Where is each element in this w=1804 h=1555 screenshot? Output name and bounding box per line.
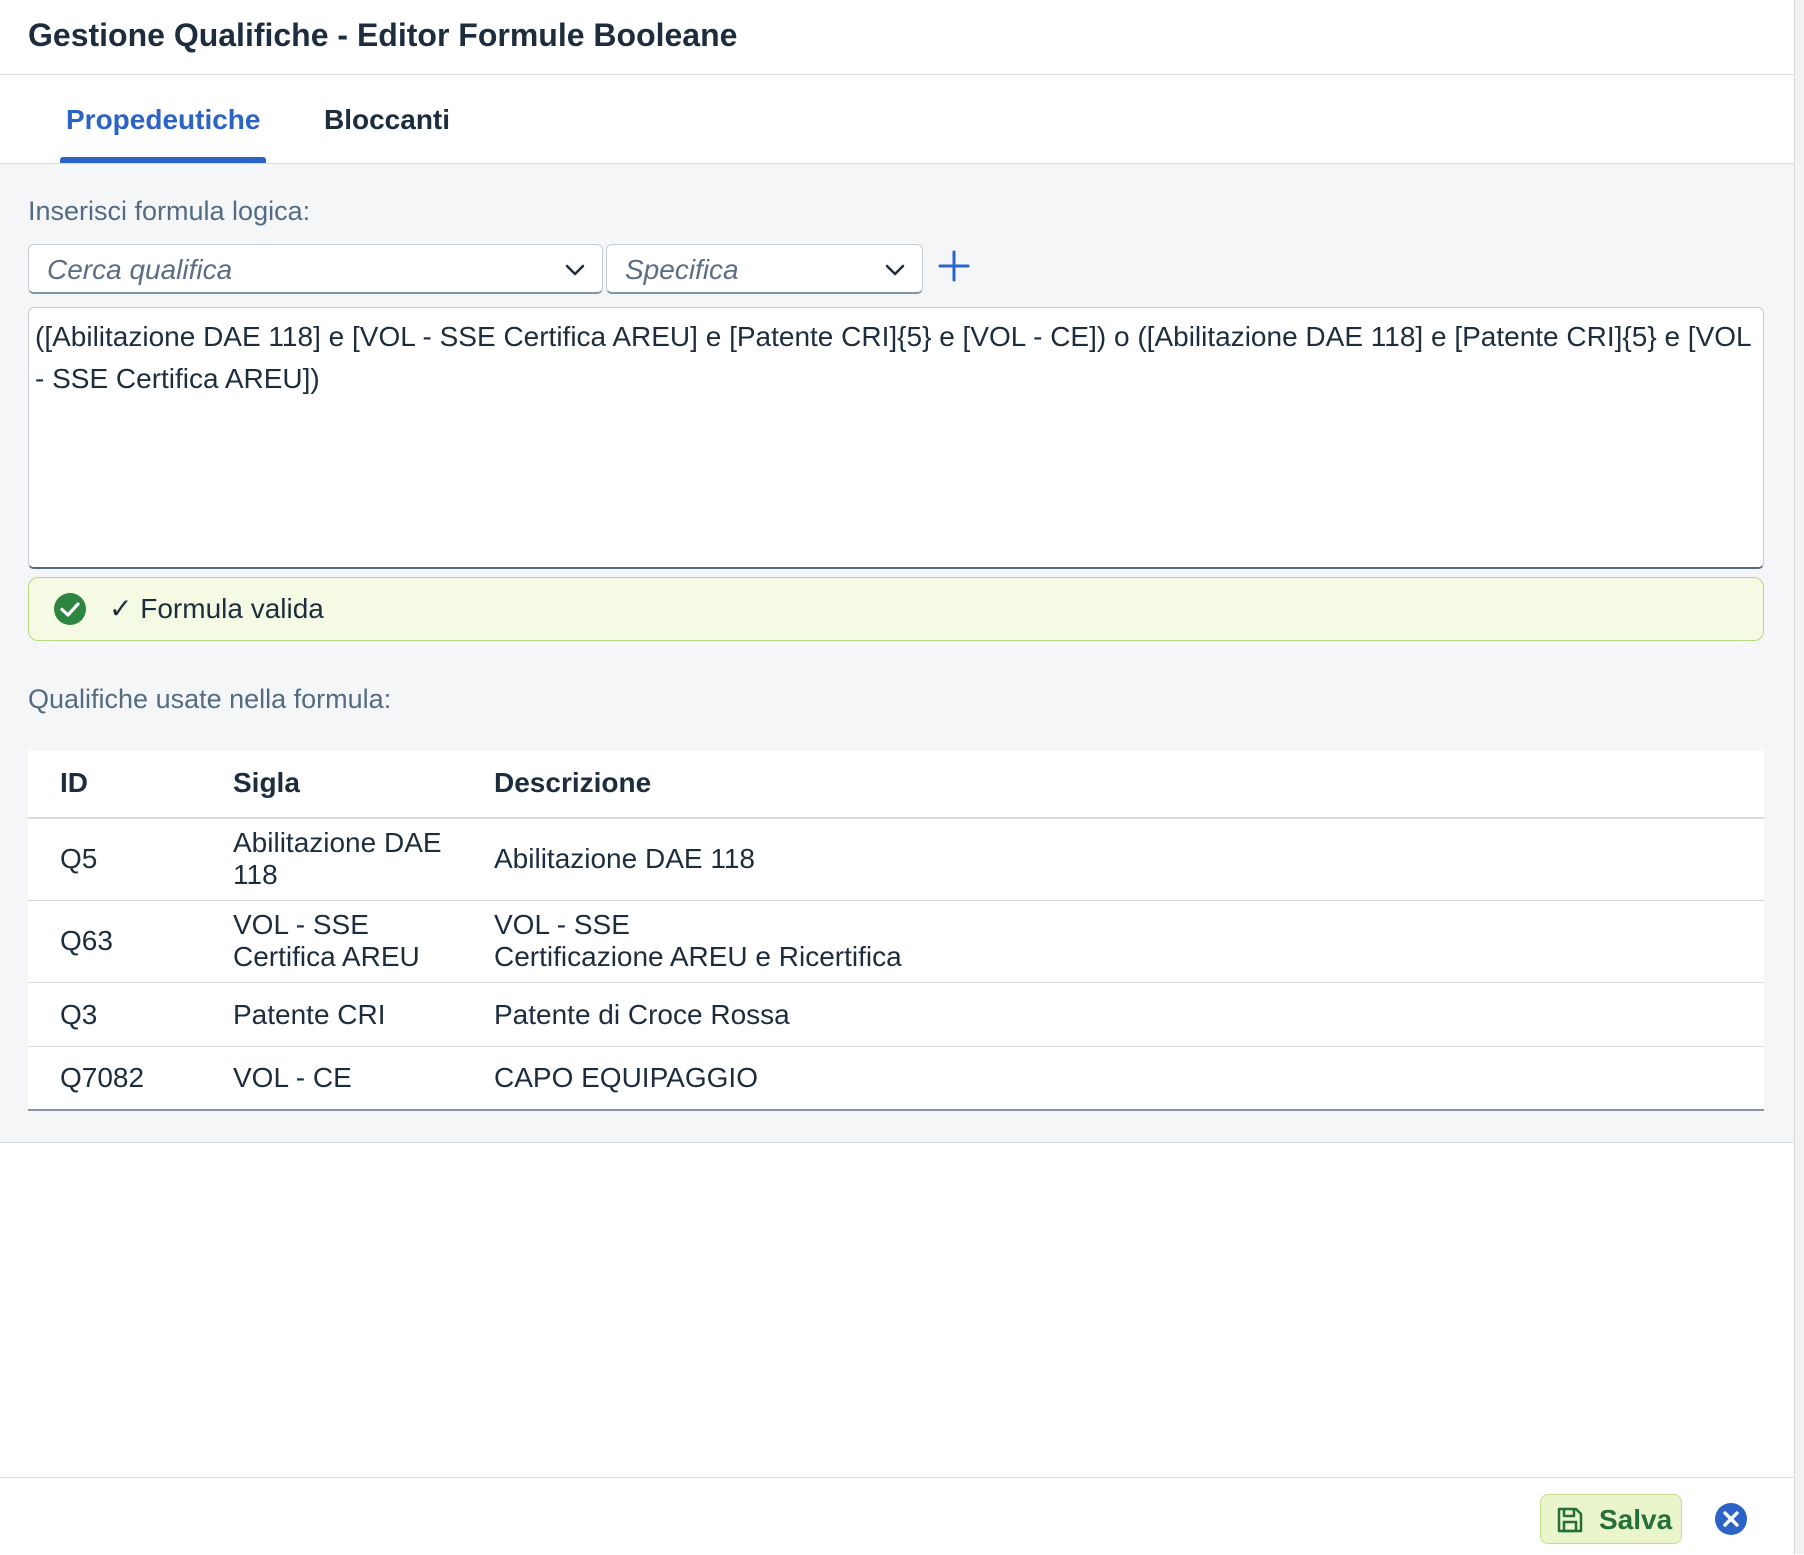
dialog-header: Gestione Qualifiche - Editor Formule Boo… (0, 0, 1794, 75)
check-circle-icon (54, 593, 86, 625)
cell-descrizione: Abilitazione DAE 118 (494, 843, 755, 874)
cell-id: Q63 (60, 925, 113, 956)
qualifiche-dialog: Gestione Qualifiche - Editor Formule Boo… (0, 0, 1795, 1555)
active-tab-indicator (60, 157, 266, 163)
cell-sigla: VOL - SSE Certifica AREU (233, 909, 420, 972)
validation-text: ✓ Formula valida (109, 593, 324, 624)
background-window-edge (1795, 0, 1804, 1554)
cell-id: Q7082 (60, 1062, 145, 1093)
cell-id: Q5 (60, 843, 98, 874)
formula-label: Inserisci formula logica: (28, 196, 311, 226)
validation-message: ✓ Formula valida (28, 577, 1764, 641)
qualifica-select[interactable]: Cerca qualifica (28, 244, 603, 294)
table-header: ID Sigla Descrizione (28, 751, 1764, 819)
specifica-select[interactable]: Specifica (606, 244, 923, 294)
qualifica-placeholder: Cerca qualifica (47, 254, 233, 285)
column-header-sigla: Sigla (233, 767, 300, 798)
save-button[interactable]: Salva (1540, 1494, 1682, 1544)
table-row[interactable]: Q5 Abilitazione DAE 118 Abilitazione DAE… (28, 819, 1764, 901)
tab-propedeutiche[interactable]: Propedeutiche (66, 104, 260, 136)
chevron-down-icon (885, 264, 905, 276)
dialog-title: Gestione Qualifiche - Editor Formule Boo… (28, 17, 738, 53)
tab-bloccanti[interactable]: Bloccanti (324, 104, 450, 136)
save-icon (1557, 1507, 1583, 1533)
cell-descrizione: CAPO EQUIPAGGIO (494, 1062, 758, 1093)
qualifiche-table: ID Sigla Descrizione Q5 Abilitazione DAE… (28, 751, 1764, 1111)
cell-descrizione: Patente di Croce Rossa (494, 999, 790, 1030)
formula-textarea[interactable]: ([Abilitazione DAE 118] e [VOL - SSE Cer… (28, 307, 1764, 569)
add-icon[interactable] (936, 248, 972, 284)
column-header-id: ID (60, 767, 88, 798)
cell-sigla: VOL - CE (233, 1062, 352, 1093)
cell-sigla: Patente CRI (233, 999, 386, 1030)
cell-sigla: Abilitazione DAE 118 (233, 827, 442, 890)
table-row[interactable]: Q63 VOL - SSE Certifica AREU VOL - SSE C… (28, 901, 1764, 983)
table-row[interactable]: Q7082 VOL - CE CAPO EQUIPAGGIO (28, 1047, 1764, 1111)
dialog-footer: Salva (0, 1477, 1794, 1555)
column-header-descrizione: Descrizione (494, 767, 652, 798)
table-row[interactable]: Q3 Patente CRI Patente di Croce Rossa (28, 983, 1764, 1047)
qualifiche-label: Qualifiche usate nella formula: (28, 684, 392, 714)
cell-id: Q3 (60, 999, 98, 1030)
close-icon[interactable] (1714, 1502, 1748, 1536)
save-label: Salva (1599, 1504, 1673, 1535)
cell-descrizione: VOL - SSE Certificazione AREU e Ricertif… (494, 909, 902, 972)
chevron-down-icon (565, 264, 585, 276)
dialog-content: Inserisci formula logica: Cerca qualific… (0, 164, 1794, 1143)
specifica-placeholder: Specifica (625, 254, 739, 285)
tab-bar: Propedeutiche Bloccanti (0, 75, 1794, 164)
